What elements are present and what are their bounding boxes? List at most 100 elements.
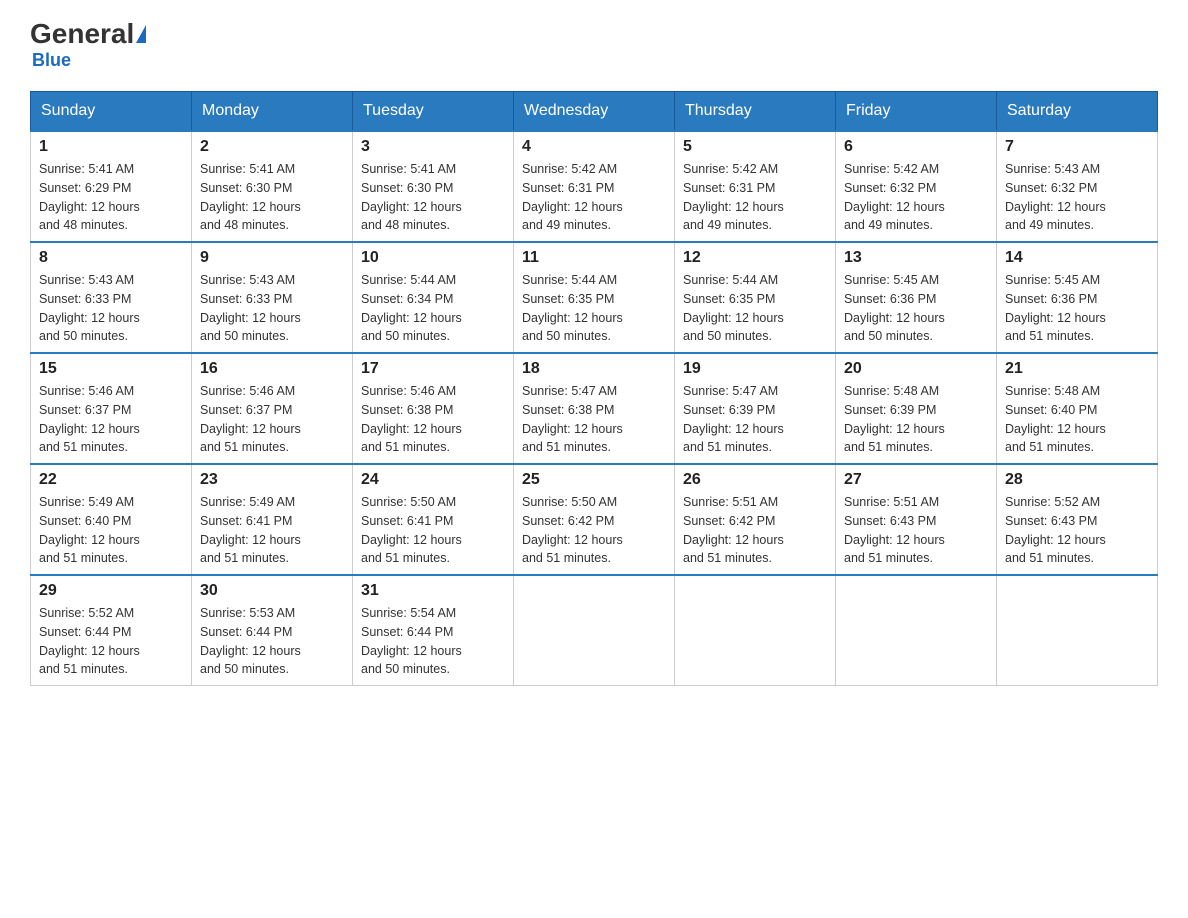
calendar-cell: 22Sunrise: 5:49 AMSunset: 6:40 PMDayligh…	[31, 464, 192, 575]
day-info: Sunrise: 5:47 AMSunset: 6:39 PMDaylight:…	[683, 382, 827, 457]
calendar-cell: 17 Sunrise: 5:46 AMSunset: 6:38 PMDayligh…	[353, 353, 514, 464]
day-info: Sunrise: 5:49 AMSunset: 6:40 PMDaylight:…	[39, 493, 183, 568]
day-number: 16	[200, 360, 344, 378]
day-number: 24	[361, 471, 505, 489]
calendar-cell: 20 Sunrise: 5:48 AMSunset: 6:39 PMDayligh…	[836, 353, 997, 464]
day-info: Sunrise: 5:41 AMSunset: 6:30 PMDaylight:…	[200, 160, 344, 235]
day-number: 8	[39, 249, 183, 267]
day-number: 17	[361, 360, 505, 378]
day-info: Sunrise: 5:44 AMSunset: 6:34 PMDaylight:…	[361, 271, 505, 346]
calendar-cell: 13 Sunrise: 5:45 AMSunset: 6:36 PMDayligh…	[836, 242, 997, 353]
day-info: Sunrise: 5:42 AMSunset: 6:31 PMDaylight:…	[683, 160, 827, 235]
day-number: 23	[200, 471, 344, 489]
day-number: 10	[361, 249, 505, 267]
calendar-cell	[836, 575, 997, 686]
weekday-header-thursday: Thursday	[675, 92, 836, 132]
day-info: Sunrise: 5:48 AMSunset: 6:40 PMDaylight:…	[1005, 382, 1149, 457]
day-info: Sunrise: 5:47 AMSunset: 6:38 PMDaylight:…	[522, 382, 666, 457]
logo-general: General	[30, 20, 134, 48]
day-number: 11	[522, 249, 666, 267]
logo: General Blue	[30, 20, 146, 71]
calendar-cell: 28Sunrise: 5:52 AMSunset: 6:43 PMDayligh…	[997, 464, 1158, 575]
calendar-table: SundayMondayTuesdayWednesdayThursdayFrid…	[30, 91, 1158, 686]
weekday-header-monday: Monday	[192, 92, 353, 132]
day-info: Sunrise: 5:54 AMSunset: 6:44 PMDaylight:…	[361, 604, 505, 679]
day-number: 6	[844, 138, 988, 156]
day-number: 13	[844, 249, 988, 267]
day-info: Sunrise: 5:51 AMSunset: 6:43 PMDaylight:…	[844, 493, 988, 568]
calendar-cell: 14 Sunrise: 5:45 AMSunset: 6:36 PMDayligh…	[997, 242, 1158, 353]
day-number: 20	[844, 360, 988, 378]
day-number: 5	[683, 138, 827, 156]
weekday-header-saturday: Saturday	[997, 92, 1158, 132]
calendar-cell: 16 Sunrise: 5:46 AMSunset: 6:37 PMDayligh…	[192, 353, 353, 464]
day-info: Sunrise: 5:41 AMSunset: 6:29 PMDaylight:…	[39, 160, 183, 235]
weekday-header-wednesday: Wednesday	[514, 92, 675, 132]
calendar-cell: 1 Sunrise: 5:41 AMSunset: 6:29 PMDaylight…	[31, 131, 192, 242]
day-info: Sunrise: 5:43 AMSunset: 6:32 PMDaylight:…	[1005, 160, 1149, 235]
day-info: Sunrise: 5:48 AMSunset: 6:39 PMDaylight:…	[844, 382, 988, 457]
day-number: 3	[361, 138, 505, 156]
day-number: 1	[39, 138, 183, 156]
weekday-header-row: SundayMondayTuesdayWednesdayThursdayFrid…	[31, 92, 1158, 132]
day-info: Sunrise: 5:49 AMSunset: 6:41 PMDaylight:…	[200, 493, 344, 568]
calendar-cell: 24Sunrise: 5:50 AMSunset: 6:41 PMDayligh…	[353, 464, 514, 575]
calendar-cell: 26Sunrise: 5:51 AMSunset: 6:42 PMDayligh…	[675, 464, 836, 575]
logo-triangle-icon	[136, 25, 146, 43]
day-number: 7	[1005, 138, 1149, 156]
calendar-cell: 7 Sunrise: 5:43 AMSunset: 6:32 PMDaylight…	[997, 131, 1158, 242]
day-number: 29	[39, 582, 183, 600]
day-number: 12	[683, 249, 827, 267]
day-info: Sunrise: 5:45 AMSunset: 6:36 PMDaylight:…	[844, 271, 988, 346]
day-number: 26	[683, 471, 827, 489]
weekday-header-friday: Friday	[836, 92, 997, 132]
calendar-cell: 18 Sunrise: 5:47 AMSunset: 6:38 PMDayligh…	[514, 353, 675, 464]
calendar-cell: 31 Sunrise: 5:54 AMSunset: 6:44 PMDayligh…	[353, 575, 514, 686]
day-number: 14	[1005, 249, 1149, 267]
calendar-cell: 29Sunrise: 5:52 AMSunset: 6:44 PMDayligh…	[31, 575, 192, 686]
day-info: Sunrise: 5:50 AMSunset: 6:42 PMDaylight:…	[522, 493, 666, 568]
weekday-header-sunday: Sunday	[31, 92, 192, 132]
calendar-cell: 12 Sunrise: 5:44 AMSunset: 6:35 PMDayligh…	[675, 242, 836, 353]
logo-text: General	[30, 20, 146, 48]
day-number: 31	[361, 582, 505, 600]
calendar-cell: 11Sunrise: 5:44 AMSunset: 6:35 PMDayligh…	[514, 242, 675, 353]
calendar-cell: 9 Sunrise: 5:43 AMSunset: 6:33 PMDaylight…	[192, 242, 353, 353]
calendar-cell: 4Sunrise: 5:42 AMSunset: 6:31 PMDaylight…	[514, 131, 675, 242]
day-info: Sunrise: 5:46 AMSunset: 6:38 PMDaylight:…	[361, 382, 505, 457]
day-number: 21	[1005, 360, 1149, 378]
calendar-cell: 15Sunrise: 5:46 AMSunset: 6:37 PMDayligh…	[31, 353, 192, 464]
day-info: Sunrise: 5:45 AMSunset: 6:36 PMDaylight:…	[1005, 271, 1149, 346]
calendar-cell: 10 Sunrise: 5:44 AMSunset: 6:34 PMDayligh…	[353, 242, 514, 353]
week-row-1: 1 Sunrise: 5:41 AMSunset: 6:29 PMDaylight…	[31, 131, 1158, 242]
week-row-2: 8 Sunrise: 5:43 AMSunset: 6:33 PMDaylight…	[31, 242, 1158, 353]
day-info: Sunrise: 5:53 AMSunset: 6:44 PMDaylight:…	[200, 604, 344, 679]
day-number: 9	[200, 249, 344, 267]
day-info: Sunrise: 5:42 AMSunset: 6:32 PMDaylight:…	[844, 160, 988, 235]
week-row-4: 22Sunrise: 5:49 AMSunset: 6:40 PMDayligh…	[31, 464, 1158, 575]
calendar-cell: 6 Sunrise: 5:42 AMSunset: 6:32 PMDaylight…	[836, 131, 997, 242]
calendar-cell: 19Sunrise: 5:47 AMSunset: 6:39 PMDayligh…	[675, 353, 836, 464]
day-info: Sunrise: 5:43 AMSunset: 6:33 PMDaylight:…	[39, 271, 183, 346]
calendar-cell: 23 Sunrise: 5:49 AMSunset: 6:41 PMDayligh…	[192, 464, 353, 575]
day-number: 30	[200, 582, 344, 600]
day-info: Sunrise: 5:41 AMSunset: 6:30 PMDaylight:…	[361, 160, 505, 235]
week-row-5: 29Sunrise: 5:52 AMSunset: 6:44 PMDayligh…	[31, 575, 1158, 686]
day-number: 15	[39, 360, 183, 378]
calendar-cell: 8 Sunrise: 5:43 AMSunset: 6:33 PMDaylight…	[31, 242, 192, 353]
calendar-cell: 25Sunrise: 5:50 AMSunset: 6:42 PMDayligh…	[514, 464, 675, 575]
day-info: Sunrise: 5:43 AMSunset: 6:33 PMDaylight:…	[200, 271, 344, 346]
calendar-cell: 2Sunrise: 5:41 AMSunset: 6:30 PMDaylight…	[192, 131, 353, 242]
header: General Blue	[30, 20, 1158, 71]
day-number: 28	[1005, 471, 1149, 489]
calendar-cell	[997, 575, 1158, 686]
page: General Blue SundayMondayTuesdayWednesda…	[0, 0, 1188, 706]
day-number: 18	[522, 360, 666, 378]
calendar-cell: 3 Sunrise: 5:41 AMSunset: 6:30 PMDaylight…	[353, 131, 514, 242]
calendar-cell: 27Sunrise: 5:51 AMSunset: 6:43 PMDayligh…	[836, 464, 997, 575]
day-info: Sunrise: 5:44 AMSunset: 6:35 PMDaylight:…	[683, 271, 827, 346]
day-info: Sunrise: 5:46 AMSunset: 6:37 PMDaylight:…	[200, 382, 344, 457]
calendar-cell	[514, 575, 675, 686]
calendar-cell: 5 Sunrise: 5:42 AMSunset: 6:31 PMDaylight…	[675, 131, 836, 242]
logo-subtitle: Blue	[32, 50, 71, 71]
